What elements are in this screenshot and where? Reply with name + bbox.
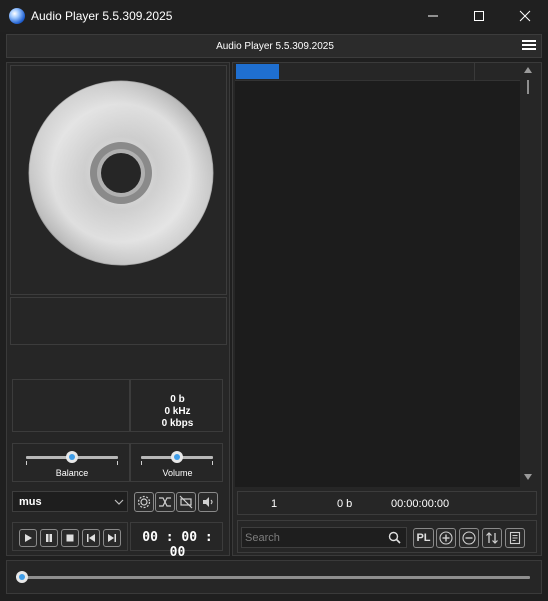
- remove-icon: [462, 531, 476, 545]
- stop-button[interactable]: [61, 529, 79, 547]
- stop-icon: [66, 534, 74, 542]
- time-display: 00 : 00 : 00: [142, 530, 213, 560]
- seek-slider-track[interactable]: [20, 576, 530, 579]
- track-info-area: [10, 297, 227, 345]
- stats-empty-panel: [12, 379, 130, 432]
- maximize-button[interactable]: [456, 0, 502, 32]
- maximize-icon: [474, 11, 484, 21]
- add-track-button[interactable]: [436, 528, 456, 548]
- source-select[interactable]: mus: [12, 491, 128, 512]
- scroll-down-icon[interactable]: [523, 473, 533, 481]
- chevron-down-icon: [114, 499, 124, 505]
- playlist-file-button[interactable]: [505, 528, 525, 548]
- previous-icon: [87, 534, 95, 542]
- next-icon: [108, 534, 116, 542]
- search-input[interactable]: [242, 528, 382, 547]
- volume-label: Volume: [162, 468, 193, 478]
- close-icon: [519, 10, 531, 22]
- mute-button[interactable]: [198, 492, 218, 512]
- shuffle-icon: [159, 497, 171, 507]
- minimize-button[interactable]: [410, 0, 456, 32]
- source-select-value: mus: [19, 496, 42, 508]
- balance-label: Balance: [55, 468, 89, 478]
- window-title: Audio Player 5.5.309.2025: [31, 9, 173, 23]
- seek-slider-thumb[interactable]: [16, 571, 28, 583]
- scroll-up-icon[interactable]: [523, 66, 533, 74]
- shuffle-button[interactable]: [155, 492, 175, 512]
- balance-slider-thumb[interactable]: [66, 451, 78, 463]
- minimize-icon: [428, 15, 438, 17]
- playlist-count: 1: [271, 498, 278, 510]
- playlist-button-label: PL: [416, 532, 431, 544]
- transport-controls: [12, 522, 128, 551]
- balance-control: Balance: [12, 443, 130, 482]
- play-icon: [25, 534, 32, 542]
- playlist-total-size: 0 b: [337, 498, 353, 510]
- app-icon: [9, 8, 25, 24]
- playlist-selection-highlight[interactable]: [236, 64, 279, 79]
- time-display-box: 00 : 00 : 00: [130, 522, 223, 560]
- volume-control: Volume: [130, 443, 223, 482]
- play-button[interactable]: [19, 529, 37, 547]
- playlist-column-divider: [474, 63, 475, 81]
- no-repeat-icon: [179, 495, 193, 509]
- stat-bitrate: 0 kbps: [161, 418, 194, 429]
- search-box[interactable]: [241, 527, 407, 548]
- settings-button[interactable]: [134, 492, 154, 512]
- previous-button[interactable]: [82, 529, 100, 547]
- repeat-button[interactable]: [176, 492, 196, 512]
- remove-track-button[interactable]: [459, 528, 479, 548]
- sort-button[interactable]: [482, 528, 502, 548]
- stat-frequency: 0 kHz: [164, 406, 191, 417]
- playlist-total-duration: 00:00:00:00: [391, 498, 450, 510]
- playlist-status-bar: 1 0 b 00:00:00:00: [237, 491, 537, 515]
- header-bar: Audio Player 5.5.309.2025: [6, 34, 542, 58]
- volume-slider-thumb[interactable]: [171, 451, 183, 463]
- scrollbar-thumb[interactable]: [527, 80, 529, 94]
- close-button[interactable]: [502, 0, 548, 32]
- hamburger-menu-icon[interactable]: [522, 40, 536, 52]
- pause-button[interactable]: [40, 529, 58, 547]
- stat-size: 0 b: [170, 394, 185, 405]
- playlist[interactable]: [235, 63, 520, 487]
- pause-icon: [46, 534, 52, 542]
- album-cover-area: [10, 65, 227, 295]
- audio-stats-panel: 0 b 0 kHz 0 kbps: [130, 379, 223, 432]
- compact-disc-icon: [28, 80, 214, 266]
- next-button[interactable]: [103, 529, 121, 547]
- header-title: Audio Player 5.5.309.2025: [216, 41, 334, 52]
- speaker-icon: [203, 497, 213, 507]
- sort-icon: [486, 532, 498, 544]
- playlist-button[interactable]: PL: [413, 528, 434, 548]
- playlist-file-icon: [509, 531, 521, 545]
- playlist-scrollbar[interactable]: [520, 63, 535, 487]
- settings-icon: [137, 495, 151, 509]
- add-icon: [439, 531, 453, 545]
- search-icon[interactable]: [388, 531, 401, 544]
